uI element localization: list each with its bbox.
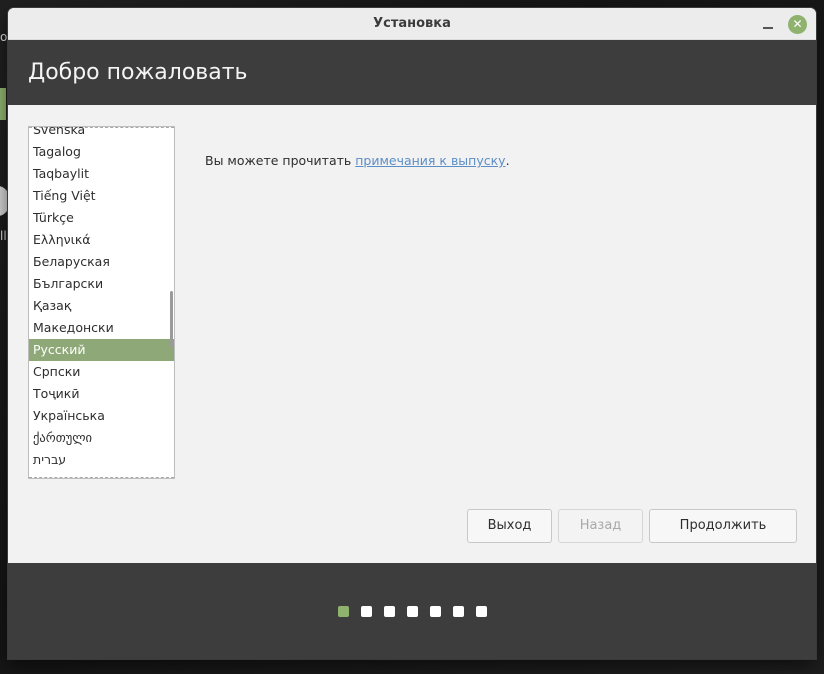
progress-dot bbox=[453, 606, 464, 617]
window-title: Установка bbox=[373, 16, 451, 31]
language-item[interactable]: Беларуская bbox=[29, 251, 174, 273]
language-item[interactable]: Български bbox=[29, 273, 174, 295]
quit-button[interactable]: Выход bbox=[467, 509, 552, 543]
language-item[interactable]: Тоҷикӣ bbox=[29, 383, 174, 405]
list-scrollbar[interactable] bbox=[170, 291, 173, 347]
page-title: Добро пожаловать bbox=[28, 60, 248, 85]
desktop-fragment: o bbox=[0, 30, 8, 44]
language-item[interactable]: Македонски bbox=[29, 317, 174, 339]
language-item[interactable]: Taqbaylit bbox=[29, 163, 174, 185]
release-notes-text: Вы можете прочитать примечания к выпуску… bbox=[205, 153, 510, 168]
title-bar[interactable]: Установка ✕ bbox=[8, 8, 816, 40]
language-item[interactable]: Українська bbox=[29, 405, 174, 427]
progress-dot bbox=[384, 606, 395, 617]
release-notes-prefix: Вы можете прочитать bbox=[205, 153, 356, 168]
continue-button[interactable]: Продолжить bbox=[649, 509, 797, 543]
installer-window: Установка ✕ Добро пожаловать Svenska Taga… bbox=[8, 8, 816, 659]
page-header: Добро пожаловать bbox=[8, 40, 816, 105]
language-item[interactable]: Svenska bbox=[29, 127, 174, 141]
language-item[interactable]: Türkçe bbox=[29, 207, 174, 229]
language-item[interactable]: Српски bbox=[29, 361, 174, 383]
language-item[interactable]: Tiếng Việt bbox=[29, 185, 174, 207]
language-list[interactable]: Svenska Tagalog Taqbaylit Tiếng Việt Türkçe Ε… bbox=[28, 126, 175, 479]
language-item[interactable]: Tagalog bbox=[29, 141, 174, 163]
close-icon[interactable]: ✕ bbox=[788, 15, 807, 34]
release-notes-suffix: . bbox=[505, 153, 510, 168]
language-item[interactable]: Ελληνικά bbox=[29, 229, 174, 251]
progress-dot bbox=[407, 606, 418, 617]
minimize-icon[interactable] bbox=[760, 17, 776, 33]
release-notes-link[interactable]: примечания к выпуску bbox=[355, 153, 505, 168]
progress-dot bbox=[476, 606, 487, 617]
back-button[interactable]: Назад bbox=[558, 509, 643, 543]
language-item[interactable]: עברית bbox=[29, 449, 174, 471]
desktop-fragment: ll bbox=[0, 229, 7, 243]
progress-dot bbox=[430, 606, 441, 617]
desktop-icon-fragment bbox=[0, 88, 6, 120]
progress-footer bbox=[8, 563, 816, 659]
language-item[interactable]: Русский bbox=[29, 339, 174, 361]
main-content: Svenska Tagalog Taqbaylit Tiếng Việt Türkçe Ε… bbox=[8, 105, 816, 563]
language-item[interactable]: Қазақ bbox=[29, 295, 174, 317]
progress-dot bbox=[361, 606, 372, 617]
language-item[interactable]: ქართული bbox=[29, 427, 174, 449]
progress-dot-active bbox=[338, 606, 349, 617]
list-divider bbox=[29, 477, 174, 478]
